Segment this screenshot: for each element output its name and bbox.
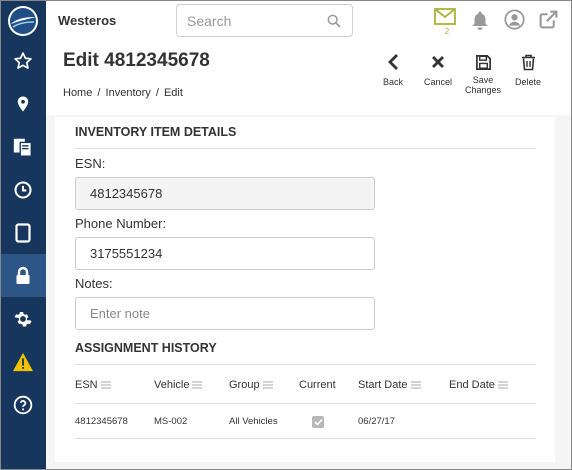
esn-label: ESN:	[75, 156, 106, 171]
details-panel	[55, 117, 555, 462]
save-label-line2: Changes	[464, 85, 502, 95]
notes-field[interactable]	[75, 297, 375, 330]
table-divider	[75, 438, 536, 439]
cell-vehicle: MS-002	[154, 416, 188, 427]
cell-group: All Vehicles	[229, 416, 278, 427]
sidebar-item-map[interactable]	[0, 82, 46, 125]
phone-number-field[interactable]	[75, 237, 375, 270]
breadcrumb-inventory[interactable]: Inventory	[106, 87, 151, 99]
top-bar: Westeros 2	[46, 0, 572, 42]
lock-icon	[16, 266, 30, 284]
warning-icon	[13, 352, 33, 371]
app-name: Westeros	[58, 13, 117, 28]
column-label: Vehicle	[154, 379, 190, 391]
sort-icon[interactable]	[262, 381, 273, 389]
save-icon	[475, 54, 491, 70]
help-icon	[13, 395, 33, 414]
column-label: Current	[299, 379, 336, 391]
sidebar-item-alerts[interactable]	[0, 340, 46, 383]
save-changes-button[interactable]: Save Changes	[461, 52, 505, 95]
sidebar-item-help[interactable]	[0, 383, 46, 426]
check-icon	[313, 418, 323, 426]
search-box[interactable]	[176, 4, 353, 37]
column-header-start-date[interactable]: Start Date	[358, 379, 421, 391]
tablet-icon	[15, 222, 31, 243]
table-divider	[75, 403, 536, 404]
cell-start-date: 06/27/17	[358, 416, 395, 427]
column-header-group[interactable]: Group	[229, 379, 273, 391]
column-label: ESN	[75, 379, 98, 391]
column-label: End Date	[449, 379, 495, 391]
notes-label: Notes:	[75, 276, 113, 291]
inventory-details-title: INVENTORY ITEM DETAILS	[75, 125, 237, 139]
breadcrumb-home[interactable]: Home	[63, 87, 92, 99]
breadcrumb: Home / Inventory / Edit	[63, 87, 185, 99]
documents-icon	[13, 138, 32, 157]
user-profile-icon[interactable]	[504, 9, 525, 30]
delete-label: Delete	[514, 77, 541, 87]
sidebar-item-favorites[interactable]	[0, 39, 46, 82]
gear-icon	[14, 311, 32, 326]
sort-icon[interactable]	[410, 381, 421, 389]
divider	[75, 148, 536, 149]
external-link-icon[interactable]	[538, 9, 559, 30]
column-label: Start Date	[358, 379, 408, 391]
sidebar-item-settings[interactable]	[0, 297, 46, 340]
sidebar-item-documents[interactable]	[0, 125, 46, 168]
sidebar	[0, 0, 46, 470]
breadcrumb-separator: /	[97, 87, 101, 99]
cancel-label: Cancel	[423, 77, 452, 87]
back-label: Back	[382, 77, 403, 87]
mail-count-badge: 2	[444, 27, 450, 36]
phone-number-label: Phone Number:	[75, 216, 167, 231]
column-header-end-date[interactable]: End Date	[449, 379, 508, 391]
clock-icon	[14, 180, 32, 199]
app-logo[interactable]	[7, 5, 39, 37]
cell-esn: 4812345678	[75, 416, 128, 427]
trash-icon	[521, 54, 535, 70]
sidebar-item-security[interactable]	[0, 254, 46, 297]
breadcrumb-edit: Edit	[163, 87, 183, 99]
mail-icon[interactable]	[434, 8, 456, 25]
bell-icon[interactable]	[471, 10, 489, 30]
delete-button[interactable]: Delete	[506, 52, 550, 87]
sort-icon[interactable]	[497, 381, 508, 389]
column-label: Group	[229, 379, 260, 391]
search-input[interactable]	[187, 12, 317, 30]
column-header-esn[interactable]: ESN	[75, 379, 111, 391]
page-title: Edit 4812345678	[63, 50, 210, 71]
sidebar-item-history[interactable]	[0, 168, 46, 211]
breadcrumb-separator: /	[155, 87, 159, 99]
back-button[interactable]: Back	[371, 52, 415, 87]
column-header-current: Current	[299, 379, 336, 391]
current-checkbox	[312, 416, 324, 428]
esn-field: 4812345678	[75, 177, 375, 210]
search-icon[interactable]	[326, 13, 342, 29]
sort-icon[interactable]	[100, 381, 111, 389]
map-pin-icon	[17, 96, 29, 111]
save-label-line1: Save	[472, 75, 494, 85]
column-header-vehicle[interactable]: Vehicle	[154, 379, 203, 391]
close-icon	[432, 56, 444, 68]
cancel-button[interactable]: Cancel	[416, 52, 460, 87]
sidebar-item-devices[interactable]	[0, 211, 46, 254]
star-icon	[14, 51, 32, 69]
assignment-history-title: ASSIGNMENT HISTORY	[75, 341, 217, 355]
divider	[75, 364, 536, 365]
sort-icon[interactable]	[192, 381, 203, 389]
chevron-left-icon	[388, 54, 398, 70]
